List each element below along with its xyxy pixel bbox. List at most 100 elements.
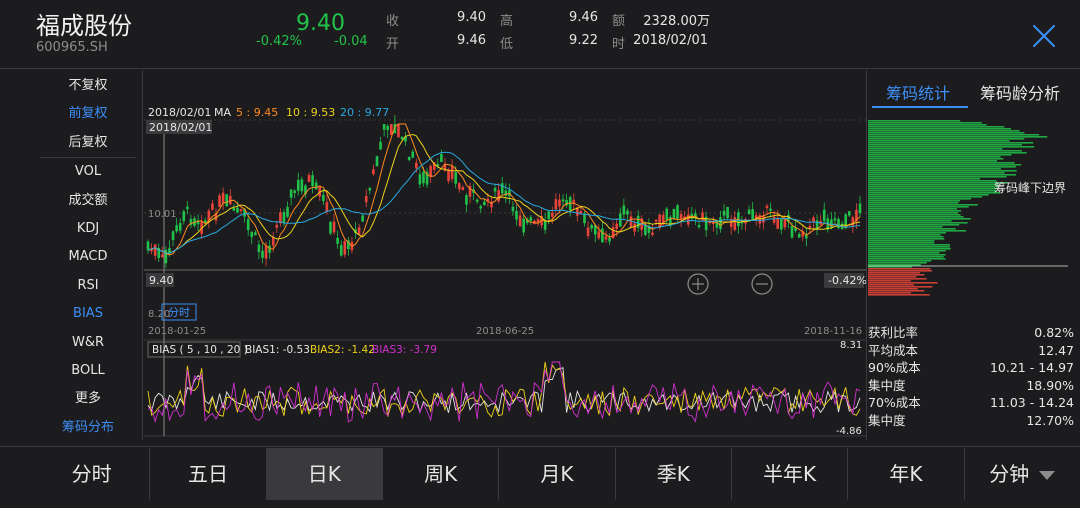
candle-body <box>164 249 168 264</box>
candle-body <box>282 212 286 223</box>
chip-distribution-chart: 筹码峰下边界 <box>868 120 1068 296</box>
chip-bar <box>868 140 1010 142</box>
tab-monthly-k[interactable]: 月K <box>499 448 616 500</box>
tab-intraday[interactable]: 分时 <box>34 448 151 500</box>
candle-body <box>415 162 418 169</box>
chip-bar <box>868 250 946 252</box>
menu-item-forward-adjust[interactable]: 前复权 <box>36 100 140 128</box>
chip-bar <box>868 230 966 232</box>
chip-bar <box>868 200 960 202</box>
chip-bar <box>868 162 1015 164</box>
candle-body <box>676 205 679 219</box>
chip-bar <box>868 292 912 294</box>
chip-bar <box>868 262 927 264</box>
chip-bar <box>868 212 959 214</box>
chip-bar <box>868 258 946 260</box>
tab-weekly-k[interactable]: 周K <box>383 448 500 500</box>
zoom-out-icon[interactable] <box>751 273 773 295</box>
menu-item-no-adjust[interactable]: 不复权 <box>36 72 140 100</box>
bias1-legend: BIAS1: -0.53 <box>245 344 310 356</box>
chip-bar <box>868 232 946 234</box>
menu-item-backward-adjust[interactable]: 后复权 <box>36 129 140 157</box>
close-value: 9.40 <box>457 10 486 25</box>
chip-bar <box>868 120 961 122</box>
tab-yearly-k[interactable]: 年K <box>848 448 965 500</box>
tab-chip-stats[interactable]: 筹码统计 <box>886 80 950 104</box>
candle-body <box>790 225 794 238</box>
chip-bar <box>868 168 1001 170</box>
tab-chip-age[interactable]: 筹码龄分析 <box>980 80 1060 104</box>
candle-body <box>762 215 765 223</box>
menu-item-more[interactable]: 更多 <box>36 385 140 413</box>
candle-body <box>511 206 515 212</box>
menu-item-rsi[interactable]: RSI <box>36 272 140 300</box>
zoom-in-icon[interactable] <box>687 273 709 295</box>
candle-body <box>386 125 390 130</box>
chip-bar <box>868 128 1012 130</box>
candle-body <box>697 224 701 228</box>
low-label: 低 <box>500 37 514 52</box>
candle-body <box>583 213 586 224</box>
candle-body <box>475 199 479 202</box>
candle-body <box>250 231 254 238</box>
menu-item-turnover[interactable]: 成交额 <box>36 187 140 215</box>
candle-body <box>254 232 257 236</box>
ma-label: MA <box>214 106 231 119</box>
candle-body <box>497 190 500 202</box>
chip-bar <box>868 218 971 220</box>
kline-chart[interactable]: 2018/02/01 MA 5 : 9.45 10 : 9.53 20 : 9.… <box>144 72 866 440</box>
chevron-down-icon[interactable] <box>1039 471 1056 480</box>
chip-bar <box>868 214 961 216</box>
chip-bar <box>868 124 987 126</box>
tab-quarterly-k[interactable]: 季K <box>616 448 732 500</box>
menu-item-vol[interactable]: VOL <box>36 158 140 186</box>
close-icon[interactable] <box>1032 24 1056 48</box>
low-value: 9.22 <box>569 33 598 48</box>
menu-item-boll[interactable]: BOLL <box>36 357 140 385</box>
tab-five-day[interactable]: 五日 <box>150 448 267 500</box>
change-amount: -0.04 <box>334 34 368 49</box>
menu-item-wr[interactable]: W&R <box>36 329 140 357</box>
active-tab-underline <box>872 106 968 108</box>
candle-body <box>454 172 457 184</box>
menu-item-chip-distribution[interactable]: 筹码分布 <box>36 414 140 442</box>
chip-stats: 获利比率 0.82% 平均成本 12.47 90%成本 10.21 - 14.97 集… <box>868 324 1074 430</box>
candle-body <box>322 194 325 202</box>
high-label: 高 <box>500 14 514 29</box>
candle-body <box>275 224 279 228</box>
chip-bar <box>868 122 982 124</box>
candle-body <box>733 217 737 230</box>
menu-item-kdj[interactable]: KDJ <box>36 215 140 243</box>
candle-body <box>228 195 232 205</box>
candle-body <box>626 210 629 215</box>
tab-minute[interactable]: 分钟 <box>965 448 1080 500</box>
candle-body <box>561 199 565 202</box>
chip-bar <box>868 172 1005 174</box>
stat-row: 90%成本 10.21 - 14.97 <box>868 360 1074 376</box>
chip-bar <box>868 134 1040 136</box>
candle-body <box>314 182 318 190</box>
tab-daily-k[interactable]: 日K <box>266 448 383 500</box>
chip-bar <box>868 256 944 258</box>
chip-bar <box>868 182 1008 184</box>
chip-bar <box>868 180 997 182</box>
bias-header[interactable]: BIAS ( 5 , 10 , 20 ) <box>152 344 248 356</box>
candle-body <box>808 225 812 229</box>
fenshi-tag[interactable]: 分时 <box>168 306 190 319</box>
chip-bar <box>868 288 918 290</box>
high-value: 9.46 <box>569 10 598 25</box>
ma10-legend: 10 : 9.53 <box>286 106 335 119</box>
tab-half-year-k[interactable]: 半年K <box>732 448 849 500</box>
period-tabs: 分时 五日 日K 周K 月K 季K 半年K 年K 分钟 <box>34 448 1080 500</box>
candle-body <box>493 187 497 192</box>
candle-body <box>407 157 411 161</box>
chip-bar <box>868 146 1035 148</box>
menu-item-macd[interactable]: MACD <box>36 243 140 271</box>
chip-bar <box>868 242 935 244</box>
chip-bar <box>868 206 969 208</box>
menu-item-bias[interactable]: BIAS <box>36 300 140 328</box>
chip-bar <box>868 238 945 240</box>
candle-body <box>618 213 622 227</box>
stat-row: 集中度 18.90% <box>868 377 1074 393</box>
chip-bar <box>868 158 1004 160</box>
